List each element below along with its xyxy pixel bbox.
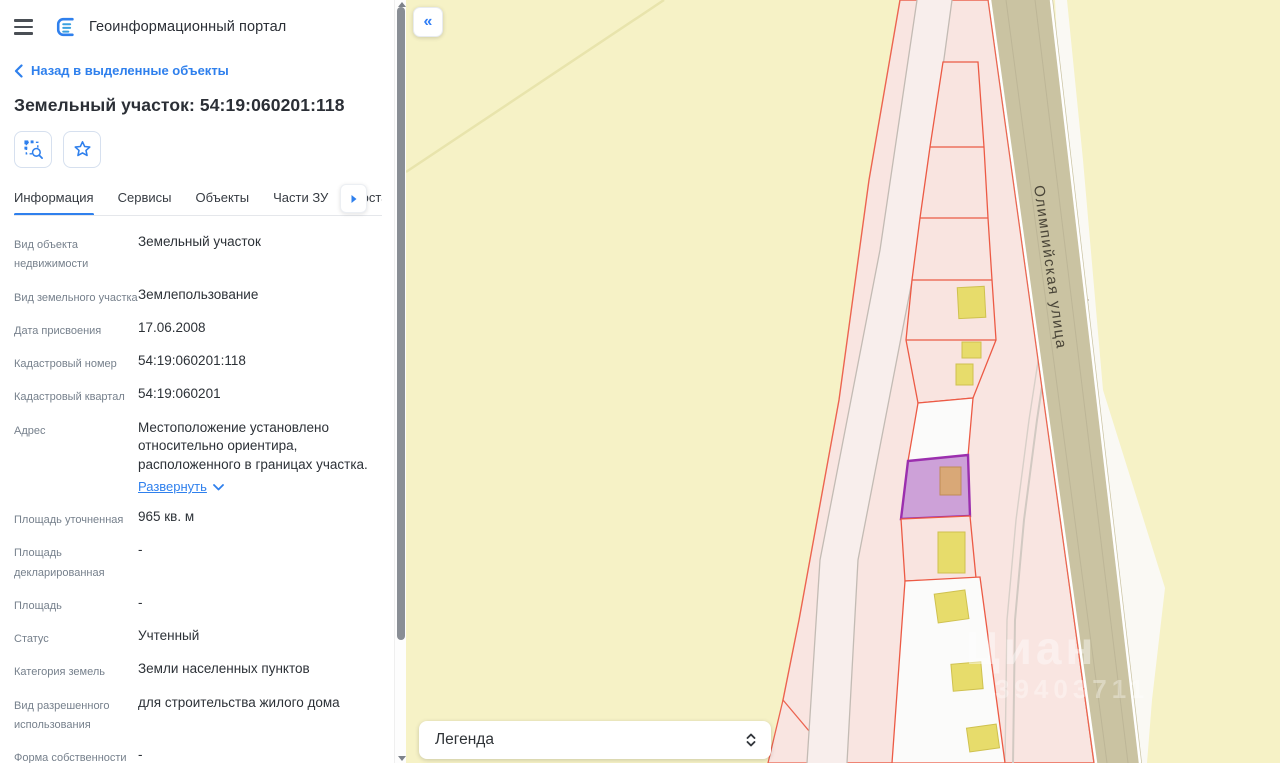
app-logo <box>55 16 77 38</box>
menu-icon[interactable] <box>14 19 33 35</box>
object-info-panel: Геоинформационный портал Назад в выделен… <box>0 0 406 763</box>
favorite-button[interactable] <box>63 131 101 168</box>
building <box>956 364 973 385</box>
attribute-row: Кадастровый квартал 54:19:060201 <box>14 385 380 407</box>
address-value: Местоположение установлено относительно … <box>138 420 368 472</box>
attribute-row: Кадастровый номер 54:19:060201:118 <box>14 352 380 374</box>
arrow-right-icon <box>350 194 358 204</box>
back-link-label: Назад в выделенные объекты <box>31 63 229 78</box>
building-on-selected-parcel <box>940 467 961 495</box>
attribute-row: Дата присвоения 17.06.2008 <box>14 319 380 341</box>
double-chevron-left-icon: « <box>424 14 433 30</box>
legend-bar[interactable]: Легенда <box>419 721 771 759</box>
page-title: Земельный участок: 54:19:060201:118 <box>14 95 380 116</box>
parcel[interactable] <box>908 398 973 461</box>
attribute-row: Площадь декларированная - <box>14 541 380 583</box>
back-link[interactable]: Назад в выделенные объекты <box>14 63 380 78</box>
attributes-list: Вид объекта недвижимости Земельный участ… <box>14 233 380 763</box>
attribute-row: Категория земель Земли населенных пункто… <box>14 660 380 682</box>
building <box>934 590 969 623</box>
chevron-down-icon <box>213 484 224 491</box>
watermark-id: 39403711 <box>995 674 1149 704</box>
attribute-row: Статус Учтенный <box>14 627 380 649</box>
app-title: Геоинформационный портал <box>89 19 286 35</box>
star-icon <box>72 139 93 160</box>
panel-scrollbar[interactable] <box>394 0 406 763</box>
attribute-row: Вид земельного участка Землепользование <box>14 286 380 308</box>
tabs-bar: Информация Сервисы Объекты Части ЗУ Сост… <box>14 184 380 216</box>
zoom-to-object-button[interactable] <box>14 131 52 168</box>
object-actions <box>14 131 380 168</box>
back-chevron-icon <box>14 64 23 78</box>
panel-header: Геоинформационный портал <box>14 0 380 42</box>
tab-informatsiya[interactable]: Информация <box>14 184 94 215</box>
building <box>962 342 981 358</box>
legend-label: Легенда <box>435 731 494 749</box>
attribute-row: Площадь - <box>14 594 380 616</box>
watermark-brand: Циан <box>966 622 1097 674</box>
attribute-row-address: Адрес Местоположение установлено относит… <box>14 419 380 498</box>
building <box>966 724 999 752</box>
attribute-row: Вид разрешенного использования для строи… <box>14 694 380 736</box>
scrollbar-down-arrow-icon[interactable] <box>398 756 406 761</box>
tab-chasti-zu[interactable]: Части ЗУ <box>273 184 328 215</box>
attribute-row: Вид объекта недвижимости Земельный участ… <box>14 233 380 275</box>
cadastral-map[interactable]: Олимпийская улица Циан 39403711 <box>406 0 1280 763</box>
selection-zoom-icon <box>23 139 44 160</box>
up-down-chevrons-icon <box>745 732 757 748</box>
expand-address-link[interactable]: Развернуть <box>138 478 224 496</box>
tab-obekty[interactable]: Объекты <box>195 184 249 215</box>
scrollbar-thumb[interactable] <box>397 7 405 640</box>
attribute-row: Форма собственности - <box>14 746 380 763</box>
legend-toggle-button[interactable] <box>745 732 757 748</box>
building <box>938 532 965 573</box>
geo-portal-app: Геоинформационный портал Назад в выделен… <box>0 0 1280 763</box>
building <box>957 286 986 318</box>
attribute-row: Площадь уточненная 965 кв. м <box>14 508 380 530</box>
tab-servisy[interactable]: Сервисы <box>118 184 172 215</box>
collapse-panel-button[interactable]: « <box>413 7 443 37</box>
tabs-scroll-right-button[interactable] <box>340 184 367 213</box>
map-container: Олимпийская улица Циан 39403711 « Легенд… <box>406 0 1280 763</box>
